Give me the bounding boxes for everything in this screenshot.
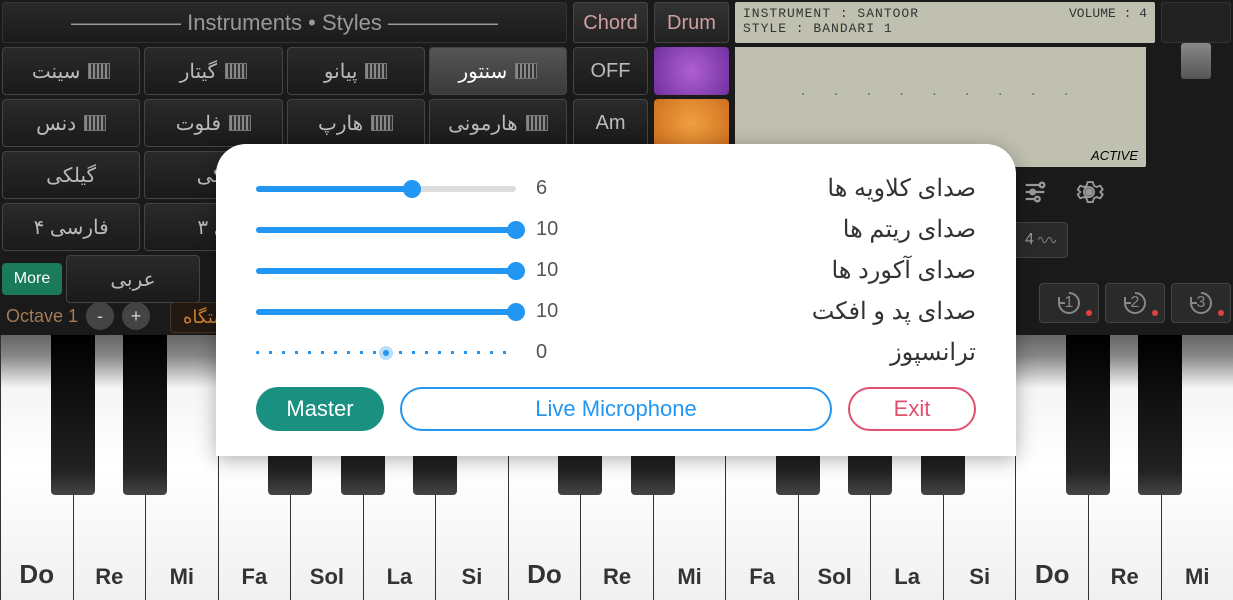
master-button[interactable]: Master — [256, 387, 384, 431]
instrument-piano[interactable]: پیانو — [287, 47, 425, 95]
octave-label: Octave 1 — [6, 306, 78, 327]
octave-up-button[interactable]: + — [122, 302, 150, 330]
black-key-1[interactable] — [123, 335, 167, 495]
keyboard-icon — [515, 63, 537, 79]
slider-value-4: 0 — [536, 341, 566, 364]
black-key-15[interactable] — [1138, 335, 1182, 495]
lcd-active-status: ACTIVE — [1091, 148, 1138, 163]
drum-pad-2[interactable] — [654, 99, 729, 147]
drum-pad-1[interactable] — [654, 47, 729, 95]
keyboard-icon — [225, 63, 247, 79]
instrument-synth[interactable]: سینت — [2, 47, 140, 95]
live-microphone-button[interactable]: Live Microphone — [400, 387, 832, 431]
slider-value-3: 10 — [536, 300, 566, 323]
record-3-button[interactable]: 3 — [1171, 283, 1231, 323]
settings-modal: 6 صدای کلاویه ها 10 صدای ریتم ها 10 صدای آکور… — [216, 144, 1016, 456]
instruments-styles-header: ————— Instruments • Styles ————— — [2, 2, 567, 43]
slider-1[interactable] — [256, 227, 516, 233]
chord-tab[interactable]: Chord — [573, 2, 648, 43]
mixer-icon[interactable] — [1015, 172, 1055, 212]
keyboard-icon — [229, 115, 251, 131]
instrument-dance[interactable]: دنس — [2, 99, 140, 147]
octave-down-button[interactable]: - — [86, 302, 114, 330]
record-2-button[interactable]: 2 — [1105, 283, 1165, 323]
slider-value-0: 6 — [536, 177, 566, 200]
more-button[interactable]: More — [2, 263, 62, 295]
instrument-harmony[interactable]: هارمونی — [429, 99, 567, 147]
slider-4[interactable] — [256, 351, 516, 354]
slider-0[interactable] — [256, 186, 516, 192]
slider-label-1: صدای ریتم ها — [586, 215, 976, 244]
instrument-santoor[interactable]: سنتور — [429, 47, 567, 95]
style-gilaki[interactable]: گیلکی — [2, 151, 140, 199]
slider-label-2: صدای آکورد ها — [586, 256, 976, 285]
lcd-style: STYLE : BANDARI 1 — [743, 21, 1147, 36]
slider-value-1: 10 — [536, 218, 566, 241]
slider-value-2: 10 — [536, 259, 566, 282]
slider-label-0: صدای کلاویه ها — [586, 174, 976, 203]
lcd-beat-dots: . . . . . . . . . — [735, 82, 1146, 100]
instrument-guitar[interactable]: گیتار — [144, 47, 282, 95]
record-1-button[interactable]: 1 — [1039, 283, 1099, 323]
chord-off[interactable]: OFF — [573, 47, 648, 95]
track-4-button[interactable]: 4 — [1013, 222, 1068, 258]
keyboard-icon — [365, 63, 387, 79]
style-farsi-4[interactable]: فارسی ۴ — [2, 203, 140, 251]
slider-2[interactable] — [256, 268, 516, 274]
keyboard-icon — [84, 115, 106, 131]
drum-tab[interactable]: Drum — [654, 2, 729, 43]
exit-button[interactable]: Exit — [848, 387, 976, 431]
slider-label-3: صدای پد و افکت — [586, 297, 976, 326]
black-key-14[interactable] — [1066, 335, 1110, 495]
slider-3[interactable] — [256, 309, 516, 315]
gear-icon[interactable] — [1069, 172, 1109, 212]
black-key-0[interactable] — [51, 335, 95, 495]
slider-label-4: ترانسپوز — [586, 338, 976, 367]
master-volume-slider[interactable] — [1161, 2, 1231, 43]
instrument-harp[interactable]: هارپ — [287, 99, 425, 147]
lcd-display: INSTRUMENT : SANTOOR STYLE : BANDARI 1 V… — [735, 2, 1155, 43]
instrument-flute[interactable]: فلوت — [144, 99, 282, 147]
chord-am[interactable]: Am — [573, 99, 648, 147]
keyboard-icon — [526, 115, 548, 131]
keyboard-icon — [88, 63, 110, 79]
keyboard-icon — [371, 115, 393, 131]
lcd-volume: VOLUME : 4 — [1069, 6, 1147, 21]
style-arabic[interactable]: عربی — [66, 255, 200, 303]
